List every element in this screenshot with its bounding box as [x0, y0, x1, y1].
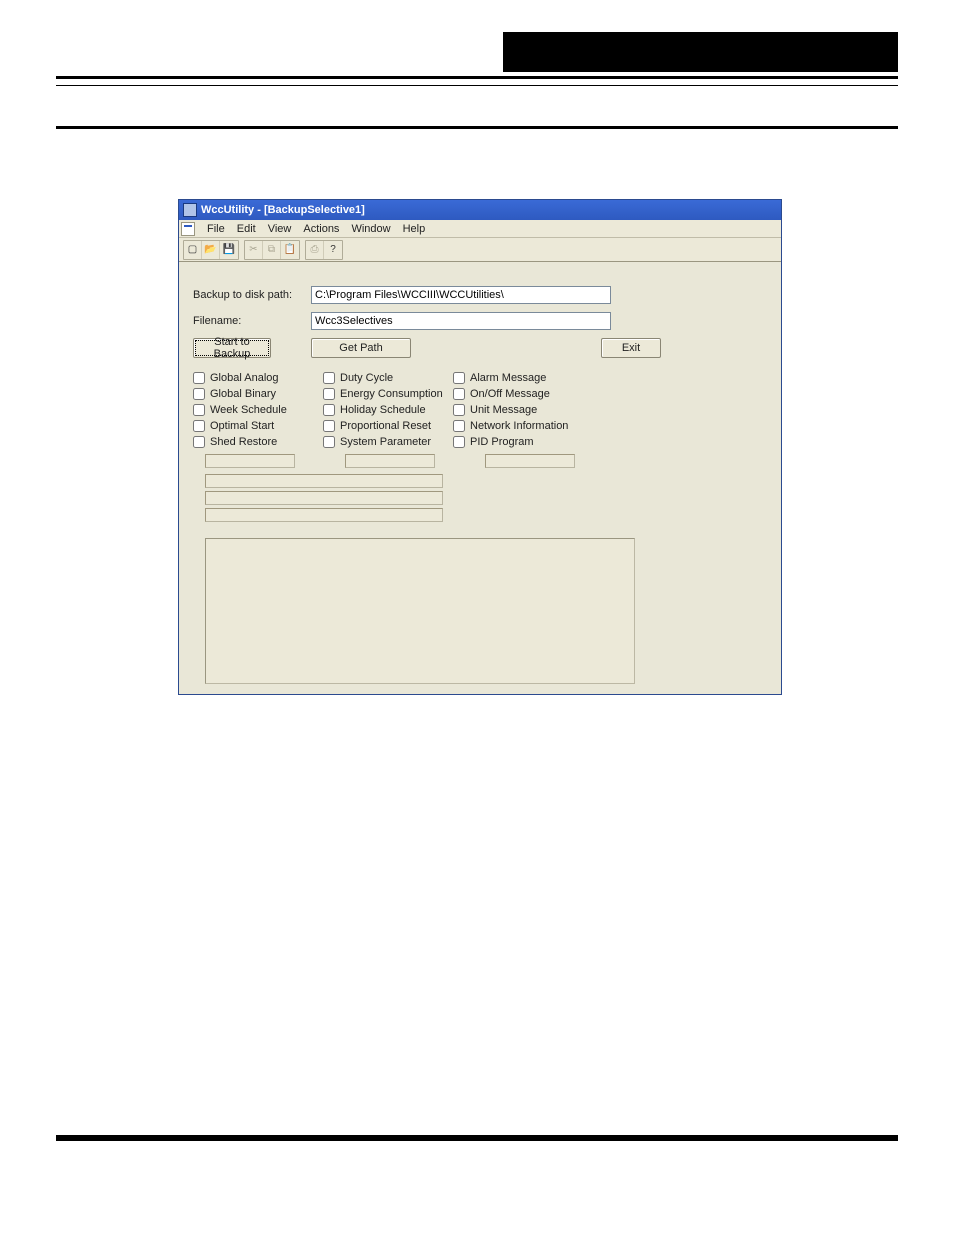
- status-box-3: [485, 454, 575, 468]
- chk-system-parameter[interactable]: System Parameter: [323, 436, 453, 448]
- open-icon[interactable]: 📂: [202, 241, 220, 259]
- mdi-child-icon[interactable]: [181, 222, 195, 236]
- menu-view[interactable]: View: [262, 221, 298, 237]
- chk-alarm-message[interactable]: Alarm Message: [453, 372, 603, 384]
- paste-icon[interactable]: 📋: [281, 241, 299, 259]
- chk-onoff-message[interactable]: On/Off Message: [453, 388, 603, 400]
- help-icon[interactable]: ?: [324, 241, 342, 259]
- chk-global-binary[interactable]: Global Binary: [193, 388, 323, 400]
- chk-week-schedule[interactable]: Week Schedule: [193, 404, 323, 416]
- long-box-3: [205, 508, 443, 522]
- chk-network-information[interactable]: Network Information: [453, 420, 603, 432]
- copy-icon[interactable]: ⧉: [263, 241, 281, 259]
- chk-pid-program[interactable]: PID Program: [453, 436, 603, 448]
- long-box-2: [205, 491, 443, 505]
- client-area: Backup to disk path: Filename: Start to …: [179, 262, 781, 694]
- path-input[interactable]: [311, 286, 611, 304]
- chk-duty-cycle[interactable]: Duty Cycle: [323, 372, 453, 384]
- menu-edit[interactable]: Edit: [231, 221, 262, 237]
- long-status-rows: [205, 474, 767, 522]
- rule-thick-2: [56, 126, 898, 129]
- log-panel: [205, 538, 635, 684]
- status-box-1: [205, 454, 295, 468]
- menu-actions[interactable]: Actions: [297, 221, 345, 237]
- filename-label: Filename:: [193, 315, 311, 327]
- menu-window[interactable]: Window: [345, 221, 396, 237]
- small-status-row: [205, 454, 767, 468]
- app-window: WccUtility - [BackupSelective1] File Edi…: [178, 199, 782, 695]
- header-black-block: [56, 32, 898, 72]
- exit-button[interactable]: Exit: [601, 338, 661, 358]
- new-icon[interactable]: ▢: [184, 241, 202, 259]
- save-icon[interactable]: 💾: [220, 241, 238, 259]
- status-box-2: [345, 454, 435, 468]
- get-path-button[interactable]: Get Path: [311, 338, 411, 358]
- menu-bar: File Edit View Actions Window Help: [179, 220, 781, 238]
- chk-optimal-start[interactable]: Optimal Start: [193, 420, 323, 432]
- chk-holiday-schedule[interactable]: Holiday Schedule: [323, 404, 453, 416]
- title-bar[interactable]: WccUtility - [BackupSelective1]: [179, 200, 781, 220]
- window-title: WccUtility - [BackupSelective1]: [201, 204, 365, 216]
- chk-global-analog[interactable]: Global Analog: [193, 372, 323, 384]
- checkbox-grid: Global Analog Duty Cycle Alarm Message G…: [193, 372, 767, 448]
- rule-thin: [56, 85, 898, 86]
- chk-shed-restore[interactable]: Shed Restore: [193, 436, 323, 448]
- footer-rule: [56, 1135, 898, 1141]
- path-label: Backup to disk path:: [193, 289, 311, 301]
- chk-proportional-reset[interactable]: Proportional Reset: [323, 420, 453, 432]
- rule-thick: [56, 76, 898, 79]
- menu-file[interactable]: File: [201, 221, 231, 237]
- long-box-1: [205, 474, 443, 488]
- menu-help[interactable]: Help: [397, 221, 432, 237]
- toolbar: ▢ 📂 💾 ✂ ⧉ 📋 ⎙ ?: [179, 238, 781, 262]
- chk-energy-consumption[interactable]: Energy Consumption: [323, 388, 453, 400]
- filename-input[interactable]: [311, 312, 611, 330]
- print-icon[interactable]: ⎙: [306, 241, 324, 259]
- app-icon: [183, 203, 197, 217]
- cut-icon[interactable]: ✂: [245, 241, 263, 259]
- start-backup-button[interactable]: Start to Backup: [193, 338, 271, 358]
- chk-unit-message[interactable]: Unit Message: [453, 404, 603, 416]
